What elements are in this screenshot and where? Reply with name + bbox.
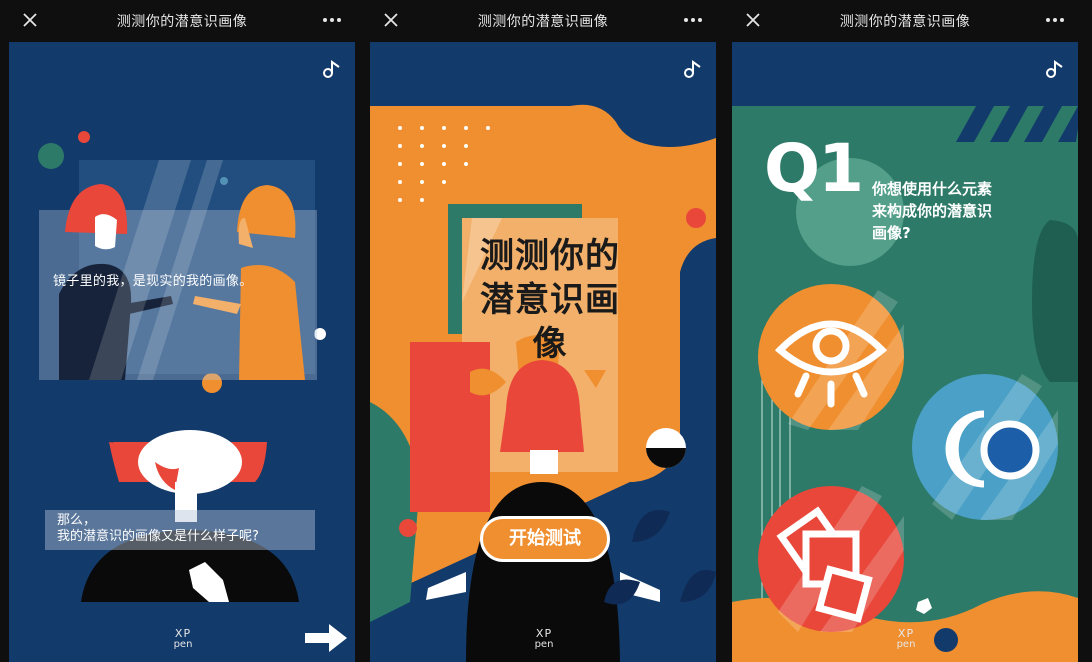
logo-top: XP xyxy=(174,627,192,640)
music-note-icon[interactable] xyxy=(1044,58,1066,80)
option-squares[interactable] xyxy=(758,486,904,632)
music-note-icon[interactable] xyxy=(321,58,343,80)
top-bar: 测测你的潜意识画像 xyxy=(370,0,716,40)
music-note-icon[interactable] xyxy=(682,58,704,80)
more-icon[interactable] xyxy=(682,12,704,28)
question-caption-line1: 那么， xyxy=(57,513,97,528)
more-icon[interactable] xyxy=(1044,12,1066,28)
crescent-moon-icon xyxy=(932,374,1058,520)
question-number: Q1 xyxy=(764,130,864,207)
quiz-heading-line2: 潜意识画像 xyxy=(480,280,620,364)
arrow-right-icon[interactable] xyxy=(303,620,349,656)
logo-top: XP xyxy=(897,627,915,640)
screen-intro: 测测你的潜意识画像 镜子里的我，是现实的我的画像。 那么， 我的潜意识的画像又是… xyxy=(9,0,355,662)
question-text: 你想使用什么元素 来构成你的潜意识 画像? xyxy=(872,178,1022,244)
top-bar: 测测你的潜意识画像 xyxy=(9,0,355,40)
option-eye[interactable] xyxy=(758,284,904,430)
question-line1: 你想使用什么元素 xyxy=(872,180,993,198)
logo-top: XP xyxy=(535,627,553,640)
mirror-caption: 镜子里的我，是现实的我的画像。 xyxy=(53,274,253,289)
question-caption-line2: 我的潜意识的画像又是什么样子呢? xyxy=(57,529,259,544)
start-artwork: 测测你的 潜意识画像 开始测试 XP pen xyxy=(370,42,716,662)
start-test-button[interactable]: 开始测试 xyxy=(480,516,610,562)
quiz-heading-line1: 测测你的 xyxy=(480,236,620,276)
xppen-logo: XP pen xyxy=(884,628,928,650)
close-icon[interactable] xyxy=(382,11,400,29)
question-line2: 来构成你的潜意识 xyxy=(872,202,993,220)
logo-bottom: pen xyxy=(896,639,916,650)
logo-bottom: pen xyxy=(534,639,554,650)
screen-start: 测测你的潜意识画像 测测你的 潜意识画像 开始测试 XP pen xyxy=(370,0,716,662)
app-root: 测测你的潜意识画像 镜子里的我，是现实的我的画像。 那么， 我的潜意识的画像又是… xyxy=(0,0,1092,662)
close-icon[interactable] xyxy=(21,11,39,29)
xppen-logo: XP pen xyxy=(522,628,566,650)
eye-icon xyxy=(774,290,904,430)
question-caption: 那么， 我的潜意识的画像又是什么样子呢? xyxy=(57,513,259,545)
page-title: 测测你的潜意识画像 xyxy=(839,14,971,30)
xppen-logo: XP pen xyxy=(161,628,205,650)
question-line3: 画像? xyxy=(872,224,911,242)
more-icon[interactable] xyxy=(321,12,343,28)
logo-bottom: pen xyxy=(173,639,193,650)
intro-artwork: 镜子里的我，是现实的我的画像。 那么， 我的潜意识的画像又是什么样子呢? XP … xyxy=(9,42,355,662)
top-bar: 测测你的潜意识画像 xyxy=(732,0,1078,40)
page-title: 测测你的潜意识画像 xyxy=(477,14,609,30)
quiz-heading: 测测你的 潜意识画像 xyxy=(470,234,630,366)
squares-icon xyxy=(776,486,904,632)
close-icon[interactable] xyxy=(744,11,762,29)
question-artwork: Q1 你想使用什么元素 来构成你的潜意识 画像? XP pen xyxy=(732,42,1078,662)
screen-question-1: 测测你的潜意识画像 Q1 你想使用什么元素 来构成你的潜意识 画像? XP pe… xyxy=(732,0,1078,662)
option-moon[interactable] xyxy=(912,374,1058,520)
page-title: 测测你的潜意识画像 xyxy=(116,14,248,30)
